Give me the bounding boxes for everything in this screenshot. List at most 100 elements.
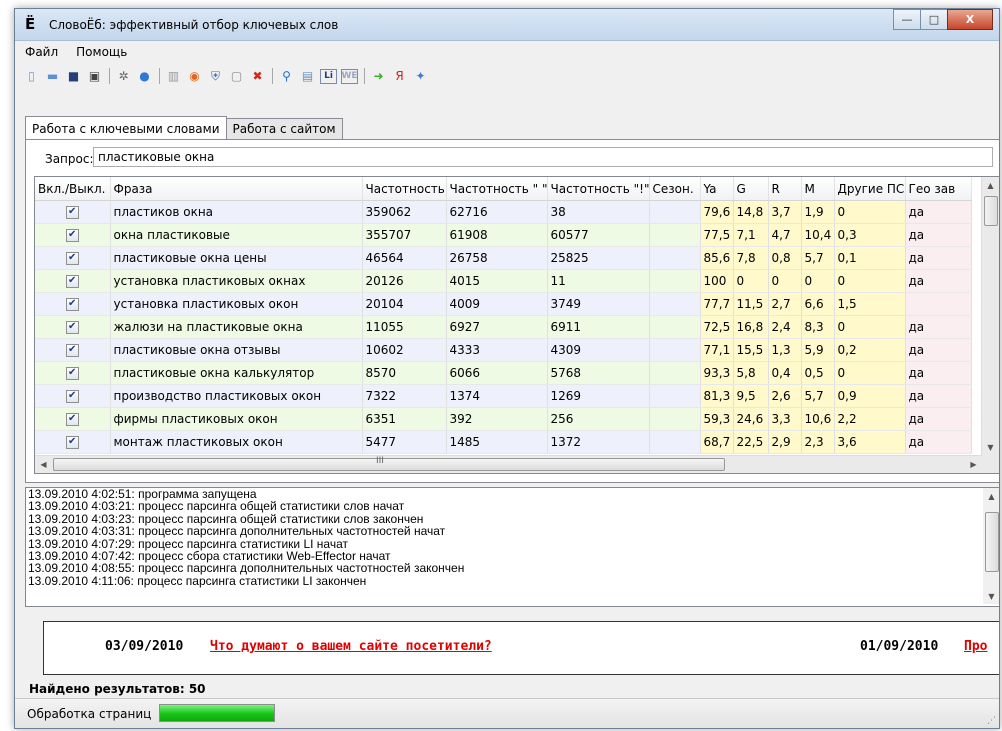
scroll-right-icon[interactable]: ▶ xyxy=(965,456,982,473)
new-doc-icon[interactable]: ▯ xyxy=(23,68,40,85)
table-row[interactable]: ✔ пластиковые окна калькулятор 8570 6066 576… xyxy=(35,361,972,385)
row-checkbox[interactable]: ✔ xyxy=(65,366,79,380)
cell-phrase: окна пластиковые xyxy=(110,223,363,247)
lifebuoy-icon[interactable]: ◉ xyxy=(186,68,203,85)
column-header[interactable]: G xyxy=(733,177,769,201)
scroll-down-icon[interactable]: ▼ xyxy=(982,439,999,456)
cell-other: 0 xyxy=(834,200,906,224)
cell-r: 3,3 xyxy=(768,407,802,431)
gear-icon[interactable]: ✲ xyxy=(115,68,132,85)
maximize-button[interactable]: □ xyxy=(920,9,948,30)
cell-geo xyxy=(905,292,972,316)
log-scroll-thumb[interactable] xyxy=(985,512,999,572)
log-box[interactable]: 13.09.2010 4:02:51: программа запущена 13… xyxy=(25,487,999,607)
arrow-right-icon[interactable]: ➜ xyxy=(370,68,387,85)
table-row[interactable]: ✔ жалюзи на пластиковые окна 11055 6927 6911… xyxy=(35,315,972,339)
chart-window-icon[interactable]: ▤ xyxy=(299,68,316,85)
query-input[interactable] xyxy=(93,147,993,167)
news-link[interactable]: Про xyxy=(964,639,987,654)
google-icon[interactable]: ✦ xyxy=(412,68,429,85)
table-row[interactable]: ✔ установка пластиковых окнах 20126 4015 11 1… xyxy=(35,269,972,293)
cell-f1: 359062 xyxy=(362,200,447,224)
grid-hscroll-thumb[interactable]: III xyxy=(53,456,725,471)
log-scroll-up-icon[interactable]: ▲ xyxy=(983,488,999,504)
row-checkbox[interactable]: ✔ xyxy=(65,251,79,265)
row-checkbox[interactable]: ✔ xyxy=(65,274,79,288)
log-scrollbar[interactable]: ▲ ▼ xyxy=(983,488,999,604)
cell-ya: 77,5 xyxy=(700,223,734,247)
cell-season xyxy=(649,361,701,385)
row-checkbox[interactable]: ✔ xyxy=(65,228,79,242)
globe-icon[interactable]: ● xyxy=(136,68,153,85)
minimize-button[interactable]: — xyxy=(893,9,921,30)
tab-keywords[interactable]: Работа с ключевыми словами xyxy=(25,116,227,140)
menu-help[interactable]: Помощь xyxy=(76,45,127,59)
cell-f2: 62716 xyxy=(446,200,548,224)
stats-chart-icon[interactable]: ▥ xyxy=(165,68,182,85)
tab-site[interactable]: Работа с сайтом xyxy=(225,118,343,139)
grid-horizontal-scrollbar[interactable]: ◀ III ▶ xyxy=(35,455,982,473)
row-checkbox[interactable]: ✔ xyxy=(65,435,79,449)
row-checkbox[interactable]: ✔ xyxy=(65,389,79,403)
row-checkbox[interactable]: ✔ xyxy=(65,412,79,426)
column-header[interactable]: M xyxy=(801,177,835,201)
shield-icon[interactable]: ⛨ xyxy=(207,68,224,85)
status-label: Обработка страниц xyxy=(27,707,152,721)
column-header[interactable]: Частотность "!" xyxy=(547,177,650,201)
row-checkbox[interactable]: ✔ xyxy=(65,205,79,219)
table-row[interactable]: ✔ пластиковые окна отзывы 10602 4333 4309 77,… xyxy=(35,338,972,362)
table-row[interactable]: ✔ пластиковые окна цены 46564 26758 25825 85,… xyxy=(35,246,972,270)
row-checkbox[interactable]: ✔ xyxy=(65,320,79,334)
scroll-up-icon[interactable]: ▲ xyxy=(982,177,999,194)
column-header[interactable]: Фраза xyxy=(110,177,363,201)
enable-cell: ✔ xyxy=(35,223,111,247)
column-header[interactable]: Другие ПС xyxy=(834,177,906,201)
cell-other: 0,9 xyxy=(834,384,906,408)
log-scroll-down-icon[interactable]: ▼ xyxy=(983,588,999,604)
table-row[interactable]: ✔ фирмы пластиковых окон 6351 392 256 59,3 24,… xyxy=(35,407,972,431)
cell-g: 11,5 xyxy=(733,292,769,316)
scroll-left-icon[interactable]: ◀ xyxy=(35,456,52,473)
column-header[interactable]: Вкл./Выкл. xyxy=(35,177,111,201)
search-icon[interactable]: ⚲ xyxy=(278,68,295,85)
grid-vscroll-thumb[interactable] xyxy=(984,196,998,226)
open-folder-icon[interactable]: ▬ xyxy=(44,68,61,85)
table-row[interactable]: ✔ производство пластиковых окон 7322 1374 12… xyxy=(35,384,972,408)
cell-f3: 25825 xyxy=(547,246,650,270)
clipboard-icon[interactable]: ▢ xyxy=(228,68,245,85)
close-button[interactable]: X xyxy=(947,9,993,30)
grid-vertical-scrollbar[interactable]: ▲ ▼ xyxy=(981,177,999,456)
cell-g: 5,8 xyxy=(733,361,769,385)
table-row[interactable]: ✔ установка пластиковых окон 20104 4009 3749… xyxy=(35,292,972,316)
cell-f3: 38 xyxy=(547,200,650,224)
row-checkbox[interactable]: ✔ xyxy=(65,297,79,311)
cell-f2: 26758 xyxy=(446,246,548,270)
column-header[interactable]: Частотность xyxy=(362,177,447,201)
cell-g: 24,6 xyxy=(733,407,769,431)
yandex-icon[interactable]: Я xyxy=(391,68,408,85)
results-count: Найдено результатов: 50 xyxy=(29,682,206,696)
column-header[interactable]: Гео зав xyxy=(905,177,972,201)
table-row[interactable]: ✔ окна пластиковые 355707 61908 60577 77,5 7,1… xyxy=(35,223,972,247)
table-row[interactable]: ✔ пластиков окна 359062 62716 38 79,6 14,8 3,7 1… xyxy=(35,200,972,224)
save-icon[interactable]: ■ xyxy=(65,68,82,85)
delete-icon[interactable]: ✖ xyxy=(249,68,266,85)
resize-grip-icon[interactable]: ⋰ xyxy=(987,716,996,726)
column-header[interactable]: R xyxy=(768,177,802,201)
table-row[interactable]: ✔ монтаж пластиковых окон 5477 1485 1372 68,7… xyxy=(35,430,972,454)
cell-f3: 256 xyxy=(547,407,650,431)
li-icon[interactable]: Li xyxy=(320,68,337,84)
column-header[interactable]: Ya xyxy=(700,177,734,201)
cell-geo: да xyxy=(905,430,972,454)
news-link[interactable]: Что думают о вашем сайте посетители? xyxy=(210,639,492,654)
title-bar[interactable]: Ё СловоЁб: эффективный отбор ключевых сл… xyxy=(15,9,999,41)
cell-m: 5,9 xyxy=(801,338,835,362)
column-header[interactable]: Частотность " " xyxy=(446,177,548,201)
column-header[interactable]: Сезон. xyxy=(649,177,701,201)
menu-file[interactable]: Файл xyxy=(25,45,58,59)
save-as-icon[interactable]: ▣ xyxy=(86,68,103,85)
cell-f3: 6911 xyxy=(547,315,650,339)
row-checkbox[interactable]: ✔ xyxy=(65,343,79,357)
cell-f3: 5768 xyxy=(547,361,650,385)
web-effector-icon[interactable]: WE xyxy=(341,68,358,84)
